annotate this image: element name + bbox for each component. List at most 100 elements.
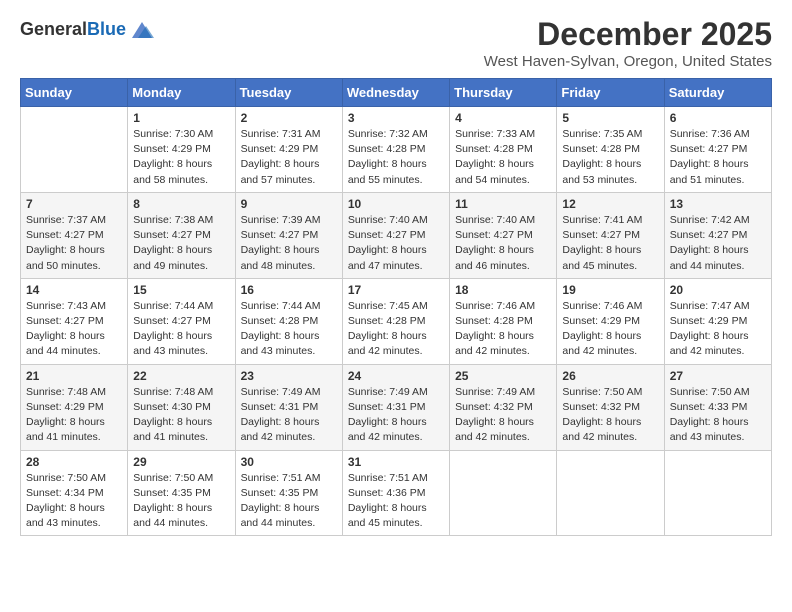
- calendar-cell: 22 Sunrise: 7:48 AMSunset: 4:30 PMDayligh…: [128, 364, 235, 450]
- header-day-friday: Friday: [557, 79, 664, 107]
- day-info: Sunrise: 7:47 AMSunset: 4:29 PMDaylight:…: [670, 299, 766, 360]
- calendar-cell: 25 Sunrise: 7:49 AMSunset: 4:32 PMDayligh…: [450, 364, 557, 450]
- calendar-cell: 1 Sunrise: 7:30 AMSunset: 4:29 PMDaylight…: [128, 107, 235, 193]
- calendar-cell: 9Sunrise: 7:39 AMSunset: 4:27 PMDaylight…: [235, 192, 342, 278]
- day-info: Sunrise: 7:45 AMSunset: 4:28 PMDaylight:…: [348, 299, 444, 360]
- day-number: 3: [348, 111, 444, 125]
- calendar-cell: 24 Sunrise: 7:49 AMSunset: 4:31 PMDayligh…: [342, 364, 449, 450]
- day-number: 15: [133, 283, 229, 297]
- calendar-cell: 29Sunrise: 7:50 AMSunset: 4:35 PMDayligh…: [128, 450, 235, 536]
- calendar-cell: 8 Sunrise: 7:38 AMSunset: 4:27 PMDaylight…: [128, 192, 235, 278]
- calendar-cell: 14 Sunrise: 7:43 AMSunset: 4:27 PMDayligh…: [21, 278, 128, 364]
- calendar-cell: 7 Sunrise: 7:37 AMSunset: 4:27 PMDaylight…: [21, 192, 128, 278]
- day-info: Sunrise: 7:44 AMSunset: 4:28 PMDaylight:…: [241, 299, 337, 360]
- day-info: Sunrise: 7:46 AMSunset: 4:28 PMDaylight:…: [455, 299, 551, 360]
- logo: GeneralBlue: [20, 16, 156, 44]
- calendar-cell: [557, 450, 664, 536]
- calendar-cell: 12 Sunrise: 7:41 AMSunset: 4:27 PMDayligh…: [557, 192, 664, 278]
- calendar-cell: 20 Sunrise: 7:47 AMSunset: 4:29 PMDayligh…: [664, 278, 771, 364]
- day-number: 19: [562, 283, 658, 297]
- day-number: 4: [455, 111, 551, 125]
- week-row-3: 14 Sunrise: 7:43 AMSunset: 4:27 PMDayligh…: [21, 278, 772, 364]
- calendar-cell: 30 Sunrise: 7:51 AMSunset: 4:35 PMDayligh…: [235, 450, 342, 536]
- calendar-cell: 5 Sunrise: 7:35 AMSunset: 4:28 PMDaylight…: [557, 107, 664, 193]
- day-number: 1: [133, 111, 229, 125]
- day-number: 11: [455, 197, 551, 211]
- day-number: 30: [241, 455, 337, 469]
- day-info: Sunrise: 7:42 AMSunset: 4:27 PMDaylight:…: [670, 213, 766, 274]
- header-day-tuesday: Tuesday: [235, 79, 342, 107]
- calendar-cell: 11 Sunrise: 7:40 AMSunset: 4:27 PMDayligh…: [450, 192, 557, 278]
- day-info: Sunrise: 7:50 AMSunset: 4:32 PMDaylight:…: [562, 385, 658, 446]
- header-day-wednesday: Wednesday: [342, 79, 449, 107]
- calendar-cell: 13 Sunrise: 7:42 AMSunset: 4:27 PMDayligh…: [664, 192, 771, 278]
- header-day-sunday: Sunday: [21, 79, 128, 107]
- day-info: Sunrise: 7:38 AMSunset: 4:27 PMDaylight:…: [133, 213, 229, 274]
- calendar-cell: 28Sunrise: 7:50 AMSunset: 4:34 PMDayligh…: [21, 450, 128, 536]
- calendar-cell: [450, 450, 557, 536]
- day-number: 24: [348, 369, 444, 383]
- day-number: 21: [26, 369, 122, 383]
- day-info: Sunrise: 7:49 AMSunset: 4:31 PMDaylight:…: [348, 385, 444, 446]
- header-day-thursday: Thursday: [450, 79, 557, 107]
- day-number: 26: [562, 369, 658, 383]
- day-number: 13: [670, 197, 766, 211]
- day-info: Sunrise: 7:32 AMSunset: 4:28 PMDaylight:…: [348, 127, 444, 188]
- day-info: Sunrise: 7:40 AMSunset: 4:27 PMDaylight:…: [348, 213, 444, 274]
- day-number: 16: [241, 283, 337, 297]
- day-number: 10: [348, 197, 444, 211]
- header-day-monday: Monday: [128, 79, 235, 107]
- day-info: Sunrise: 7:50 AMSunset: 4:35 PMDaylight:…: [133, 471, 229, 532]
- day-number: 2: [241, 111, 337, 125]
- day-info: Sunrise: 7:46 AMSunset: 4:29 PMDaylight:…: [562, 299, 658, 360]
- day-number: 6: [670, 111, 766, 125]
- day-number: 18: [455, 283, 551, 297]
- day-number: 5: [562, 111, 658, 125]
- main-title: December 2025: [484, 16, 772, 53]
- header-day-saturday: Saturday: [664, 79, 771, 107]
- calendar-cell: [664, 450, 771, 536]
- calendar-cell: 31Sunrise: 7:51 AMSunset: 4:36 PMDayligh…: [342, 450, 449, 536]
- title-block: December 2025 West Haven-Sylvan, Oregon,…: [484, 16, 772, 70]
- calendar-cell: 23Sunrise: 7:49 AMSunset: 4:31 PMDayligh…: [235, 364, 342, 450]
- day-info: Sunrise: 7:37 AMSunset: 4:27 PMDaylight:…: [26, 213, 122, 274]
- calendar-cell: 10 Sunrise: 7:40 AMSunset: 4:27 PMDayligh…: [342, 192, 449, 278]
- day-info: Sunrise: 7:49 AMSunset: 4:31 PMDaylight:…: [241, 385, 337, 446]
- calendar-cell: 19 Sunrise: 7:46 AMSunset: 4:29 PMDayligh…: [557, 278, 664, 364]
- day-number: 27: [670, 369, 766, 383]
- day-info: Sunrise: 7:41 AMSunset: 4:27 PMDaylight:…: [562, 213, 658, 274]
- day-info: Sunrise: 7:50 AMSunset: 4:34 PMDaylight:…: [26, 471, 122, 532]
- day-number: 8: [133, 197, 229, 211]
- day-number: 25: [455, 369, 551, 383]
- calendar-cell: 18 Sunrise: 7:46 AMSunset: 4:28 PMDayligh…: [450, 278, 557, 364]
- calendar-cell: 4 Sunrise: 7:33 AMSunset: 4:28 PMDaylight…: [450, 107, 557, 193]
- day-number: 20: [670, 283, 766, 297]
- day-info: Sunrise: 7:30 AMSunset: 4:29 PMDaylight:…: [133, 127, 229, 188]
- day-info: Sunrise: 7:44 AMSunset: 4:27 PMDaylight:…: [133, 299, 229, 360]
- day-info: Sunrise: 7:51 AMSunset: 4:35 PMDaylight:…: [241, 471, 337, 532]
- subtitle: West Haven-Sylvan, Oregon, United States: [484, 53, 772, 70]
- day-number: 22: [133, 369, 229, 383]
- calendar-cell: 2Sunrise: 7:31 AMSunset: 4:29 PMDaylight…: [235, 107, 342, 193]
- week-row-4: 21Sunrise: 7:48 AMSunset: 4:29 PMDayligh…: [21, 364, 772, 450]
- day-number: 12: [562, 197, 658, 211]
- day-info: Sunrise: 7:48 AMSunset: 4:30 PMDaylight:…: [133, 385, 229, 446]
- day-info: Sunrise: 7:51 AMSunset: 4:36 PMDaylight:…: [348, 471, 444, 532]
- calendar-cell: 21Sunrise: 7:48 AMSunset: 4:29 PMDayligh…: [21, 364, 128, 450]
- day-number: 9: [241, 197, 337, 211]
- calendar-table: SundayMondayTuesdayWednesdayThursdayFrid…: [20, 78, 772, 536]
- day-number: 14: [26, 283, 122, 297]
- calendar-cell: [21, 107, 128, 193]
- day-info: Sunrise: 7:33 AMSunset: 4:28 PMDaylight:…: [455, 127, 551, 188]
- calendar-cell: 26 Sunrise: 7:50 AMSunset: 4:32 PMDayligh…: [557, 364, 664, 450]
- day-number: 17: [348, 283, 444, 297]
- week-row-1: 1 Sunrise: 7:30 AMSunset: 4:29 PMDaylight…: [21, 107, 772, 193]
- day-info: Sunrise: 7:40 AMSunset: 4:27 PMDaylight:…: [455, 213, 551, 274]
- day-info: Sunrise: 7:43 AMSunset: 4:27 PMDaylight:…: [26, 299, 122, 360]
- day-info: Sunrise: 7:49 AMSunset: 4:32 PMDaylight:…: [455, 385, 551, 446]
- day-info: Sunrise: 7:35 AMSunset: 4:28 PMDaylight:…: [562, 127, 658, 188]
- day-number: 7: [26, 197, 122, 211]
- calendar-cell: 27 Sunrise: 7:50 AMSunset: 4:33 PMDayligh…: [664, 364, 771, 450]
- day-info: Sunrise: 7:50 AMSunset: 4:33 PMDaylight:…: [670, 385, 766, 446]
- logo-icon: [128, 16, 156, 44]
